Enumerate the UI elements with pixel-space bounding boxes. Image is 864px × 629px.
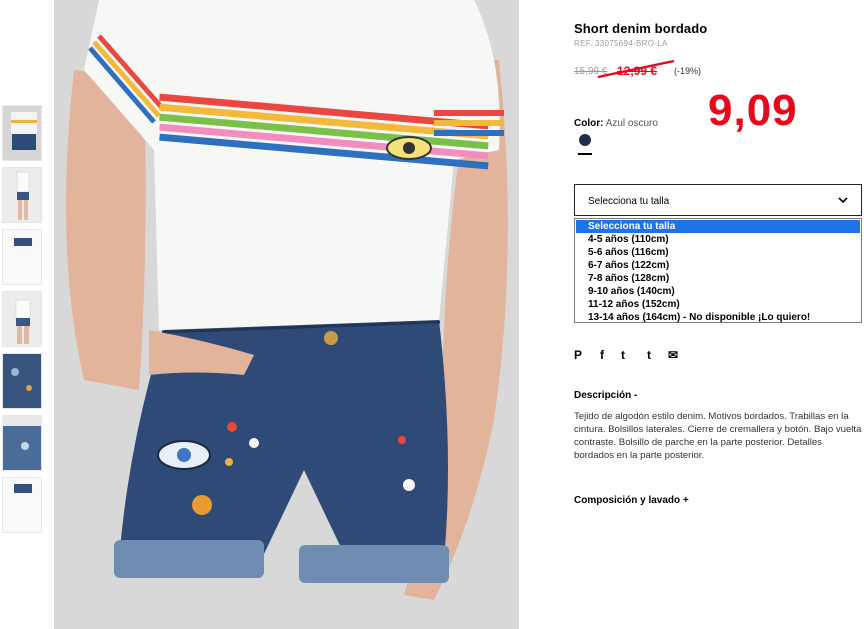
current-price: 12,99 € <box>617 64 658 78</box>
thumbnail-3[interactable] <box>2 229 42 285</box>
chevron-down-icon <box>838 197 848 204</box>
size-option[interactable]: 7-8 años (128cm) <box>576 272 860 285</box>
size-option[interactable]: 5-6 años (116cm) <box>576 246 860 259</box>
tumblr-icon[interactable]: t <box>647 348 651 362</box>
color-row: Color: Azul oscuro <box>574 118 658 129</box>
color-label: Color: <box>574 118 604 129</box>
email-icon[interactable]: ✉ <box>668 348 678 362</box>
description-text: Tejido de algodón estilo denim. Motivos … <box>574 411 862 461</box>
discount-badge: (-19%) <box>674 66 702 76</box>
thumbnail-1[interactable] <box>2 105 42 161</box>
thumbnail-5[interactable] <box>2 353 42 409</box>
handwritten-price: 9,09 <box>708 86 798 135</box>
product-title: Short denim bordado <box>574 21 708 36</box>
old-price: 15,99 € <box>574 66 608 77</box>
thumbnail-2[interactable] <box>2 167 42 223</box>
facebook-icon[interactable]: f <box>600 348 604 362</box>
size-select[interactable]: Selecciona tu talla <box>574 184 862 216</box>
size-option[interactable]: 11-12 años (152cm) <box>576 298 860 311</box>
price-row: 15,99 € 12,99 € (-19%) <box>574 59 734 79</box>
size-option[interactable]: Selecciona tu talla <box>576 220 860 233</box>
size-option[interactable]: 6-7 años (122cm) <box>576 259 860 272</box>
size-select-label: Selecciona tu talla <box>588 196 670 207</box>
product-reference: REF. 33075694-BRO-LA <box>574 39 668 48</box>
size-option[interactable]: 9-10 años (140cm) <box>576 285 860 298</box>
thumbnail-4[interactable] <box>2 291 42 347</box>
description-toggle[interactable]: Descripción - <box>574 390 637 401</box>
product-image <box>54 0 519 629</box>
thumbnail-6[interactable] <box>2 415 42 471</box>
swatch-selected-indicator <box>578 153 592 155</box>
color-swatch[interactable] <box>579 134 591 146</box>
twitter-icon[interactable]: t <box>621 348 625 362</box>
size-option[interactable]: 4-5 años (110cm) <box>576 233 860 246</box>
size-dropdown-list: Selecciona tu talla 4-5 años (110cm) 5-6… <box>574 218 862 323</box>
pinterest-icon[interactable]: P <box>574 348 582 362</box>
size-option[interactable]: 13-14 años (164cm) - No disponible ¡Lo q… <box>576 311 860 324</box>
color-value: Azul oscuro <box>605 118 658 129</box>
composition-toggle[interactable]: Composición y lavado + <box>574 495 689 506</box>
thumbnail-7[interactable] <box>2 477 42 533</box>
